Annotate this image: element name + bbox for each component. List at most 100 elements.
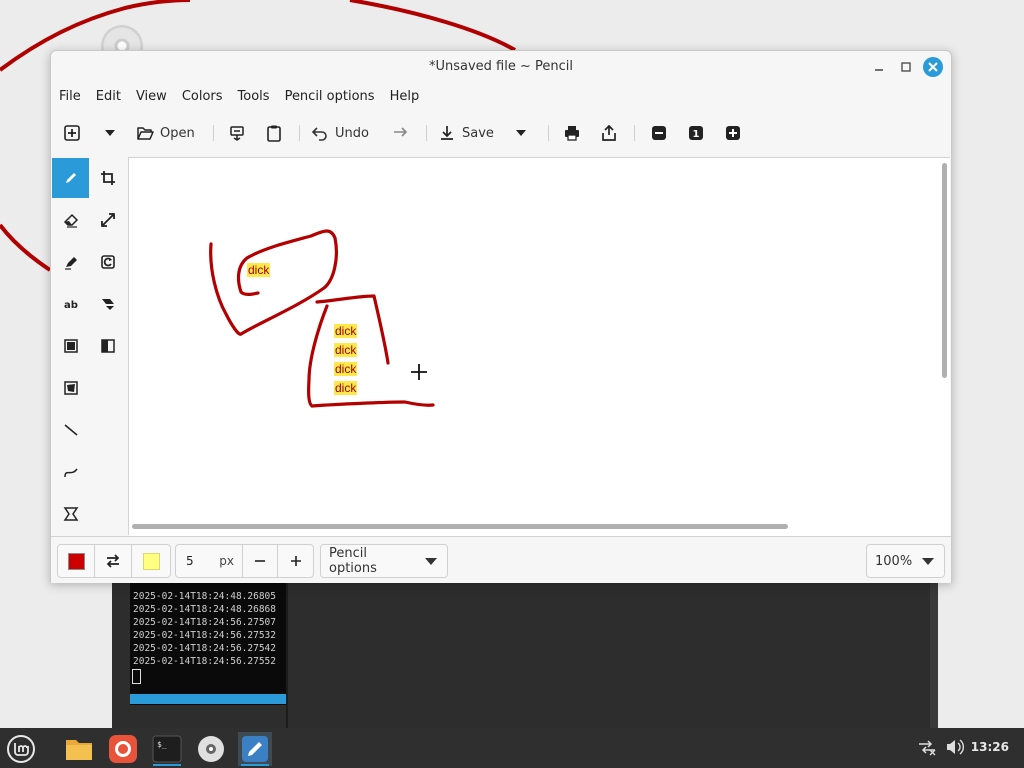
clock[interactable]: 13:26	[971, 740, 1009, 754]
close-button[interactable]	[923, 57, 943, 77]
terminal-cursor	[132, 669, 141, 684]
maximize-button[interactable]	[896, 57, 916, 77]
import-button[interactable]	[228, 119, 246, 147]
tool-line[interactable]	[52, 410, 89, 450]
toolbar-separator	[634, 125, 635, 141]
toolbar-separator	[426, 125, 427, 141]
swap-arrows-icon	[106, 554, 120, 568]
zoom-in-button[interactable]	[724, 119, 742, 147]
redo-button[interactable]	[390, 119, 408, 147]
save-menu-button[interactable]	[514, 119, 528, 147]
paste-button[interactable]	[265, 119, 283, 147]
tool-crop[interactable]	[89, 158, 126, 198]
secondary-color-button[interactable]	[132, 545, 170, 577]
tool-curve[interactable]	[52, 452, 89, 492]
print-button[interactable]	[563, 119, 581, 147]
new-menu-button[interactable]	[103, 119, 117, 147]
scanner-icon	[230, 126, 244, 141]
zoom-dropdown[interactable]: 100%	[866, 544, 945, 578]
menu-tools[interactable]: Tools	[230, 85, 277, 109]
terminal-line: 2025-02-14T18:24:56.27542	[133, 643, 276, 654]
maximize-icon	[901, 62, 911, 72]
tool-skew[interactable]	[89, 284, 126, 324]
terminal-window[interactable]: 2025-02-14T18:24:48.26805 2025-02-14T18:…	[112, 582, 938, 730]
tool-rotate[interactable]	[89, 242, 126, 282]
tool-highlighter[interactable]	[52, 242, 89, 282]
files-button[interactable]	[62, 732, 96, 766]
tool-filters[interactable]	[89, 326, 126, 366]
main-color-button[interactable]	[58, 545, 95, 577]
crop-icon	[100, 171, 115, 185]
share-icon	[602, 124, 616, 141]
canvas-text-label: dick	[334, 324, 358, 338]
tool-eraser[interactable]	[52, 200, 89, 240]
open-label: Open	[160, 125, 195, 141]
tool-options-dropdown[interactable]: Pencil options	[320, 544, 448, 578]
tool-selection[interactable]	[52, 494, 89, 534]
pencil-icon	[65, 173, 76, 183]
terminal-line: 2025-02-14T18:24:48.26805	[133, 591, 276, 602]
export-button[interactable]	[600, 119, 618, 147]
tool-freeshape[interactable]	[52, 368, 89, 408]
chevron-down-icon	[105, 130, 115, 136]
filters-icon	[100, 339, 115, 353]
minimize-button[interactable]	[869, 57, 889, 77]
plus-icon	[290, 556, 301, 566]
tool-scale[interactable]	[89, 200, 126, 240]
line-icon	[64, 424, 77, 436]
new-button[interactable]	[63, 119, 81, 147]
titlebar[interactable]: *Unsaved file ~ Pencil	[51, 51, 951, 83]
volume-icon	[947, 739, 964, 755]
new-icon	[64, 125, 80, 141]
chevron-down-icon	[922, 557, 935, 565]
size-value[interactable]: 5	[176, 554, 219, 568]
mint-menu-icon	[7, 735, 35, 763]
tool-pencil[interactable]	[52, 158, 89, 198]
tool-text[interactable]: ab	[52, 284, 89, 324]
terminal-status-bar	[130, 694, 286, 704]
terminal-scrollbar[interactable]	[930, 582, 938, 730]
canvas-strokes	[209, 229, 435, 408]
printer-icon	[565, 126, 579, 141]
menu-view[interactable]: View	[128, 85, 174, 109]
network-tray-icon[interactable]	[917, 738, 937, 760]
active-indicator	[153, 764, 181, 766]
rotate-icon	[100, 255, 115, 269]
save-label: Save	[462, 125, 494, 141]
size-decrease-button[interactable]	[243, 545, 278, 577]
plus-icon	[726, 126, 740, 140]
disc-button[interactable]	[194, 732, 228, 766]
drawing-canvas[interactable]: dick dick dick dick dick	[129, 157, 950, 536]
terminal-divider[interactable]	[286, 582, 288, 730]
pencil-app-button[interactable]	[238, 732, 272, 766]
menu-help[interactable]: Help	[382, 85, 427, 109]
terminal-output[interactable]: 2025-02-14T18:24:48.26805 2025-02-14T18:…	[130, 582, 286, 705]
svg-text:ab: ab	[64, 300, 78, 311]
size-increase-button[interactable]	[278, 545, 313, 577]
open-button[interactable]: Open	[136, 119, 195, 147]
menu-colors[interactable]: Colors	[174, 85, 230, 109]
undo-button[interactable]: Undo	[311, 119, 369, 147]
zoom-out-button[interactable]	[650, 119, 668, 147]
network-icon	[919, 740, 936, 756]
menu-edit[interactable]: Edit	[88, 85, 128, 109]
undo-icon	[311, 127, 327, 141]
zoom-reset-button[interactable]: 1	[687, 119, 705, 147]
exchange-colors-button[interactable]	[95, 545, 132, 577]
terminal-line: 2025-02-14T18:24:56.27507	[133, 617, 276, 628]
terminal-button[interactable]: $_	[150, 732, 184, 766]
toolbar-separator	[548, 125, 549, 141]
horizontal-scrollbar[interactable]	[132, 524, 788, 529]
size-spinbutton[interactable]: 5 px	[176, 545, 243, 577]
tool-palette: ab	[51, 157, 129, 535]
menu-pencil-options[interactable]: Pencil options	[277, 85, 382, 109]
volume-tray-icon[interactable]	[945, 738, 965, 760]
active-indicator	[241, 764, 269, 766]
tool-rectangle[interactable]	[52, 326, 89, 366]
menu-file[interactable]: File	[51, 85, 88, 109]
vertical-scrollbar[interactable]	[942, 163, 947, 378]
save-button[interactable]: Save	[438, 119, 494, 147]
text-icon: ab	[64, 300, 78, 311]
firefox-button[interactable]	[106, 732, 140, 766]
mint-menu-button[interactable]	[4, 732, 38, 766]
